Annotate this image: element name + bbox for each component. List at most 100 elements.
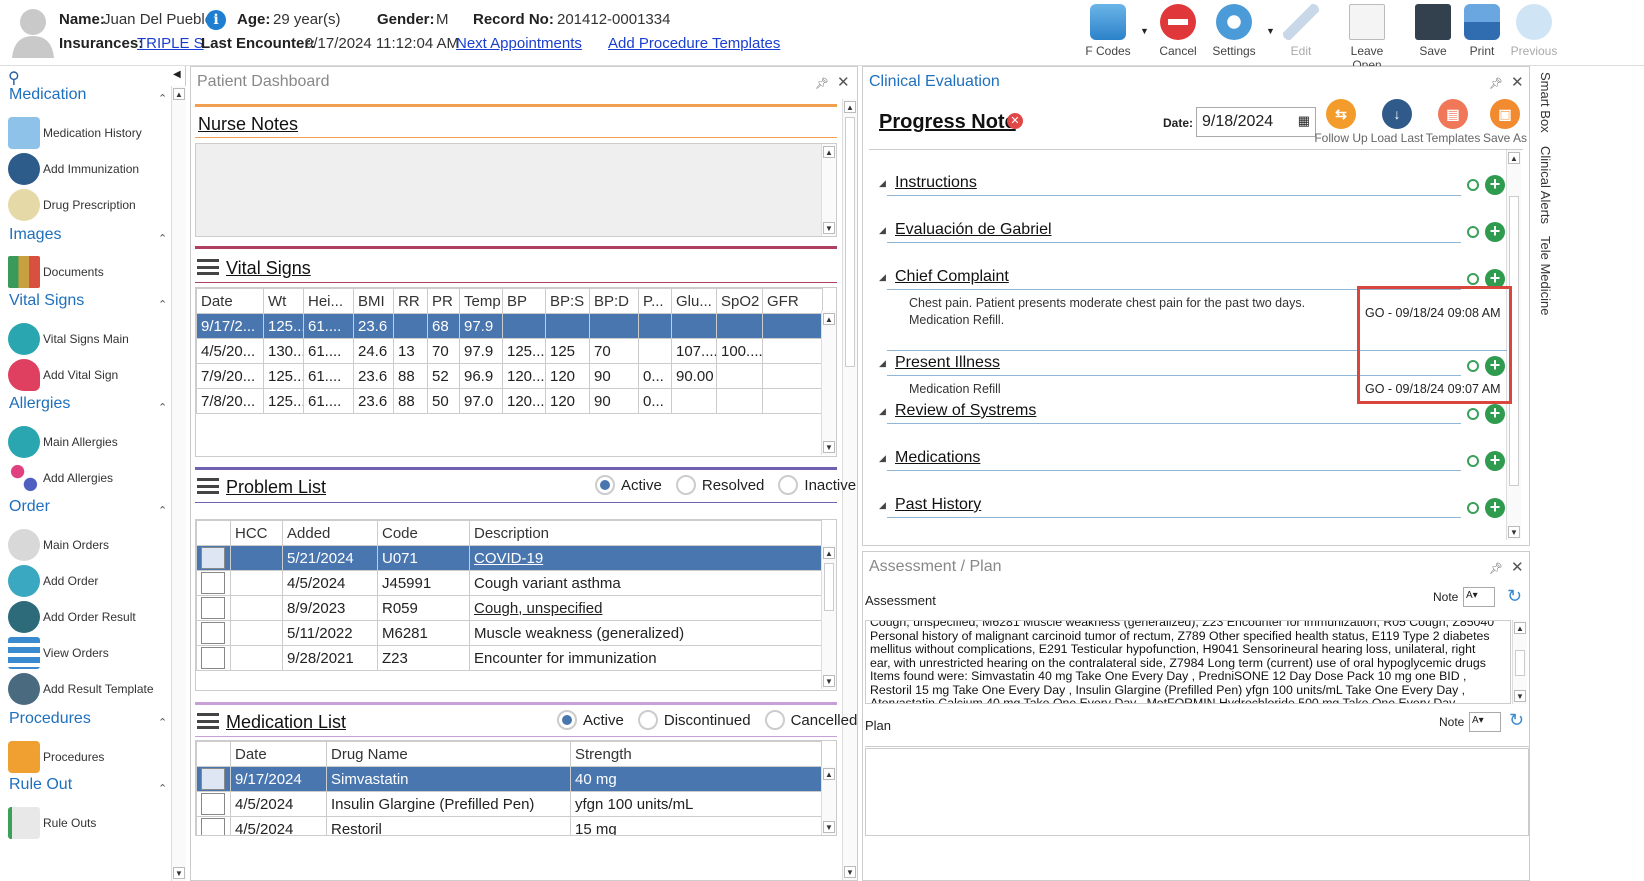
clock-icon[interactable]: [1467, 226, 1479, 238]
insurance-link[interactable]: TRIPLE S: [137, 35, 204, 52]
add-icon[interactable]: +: [1485, 451, 1505, 471]
edit-button[interactable]: Edit: [1271, 4, 1331, 62]
follow-up-button[interactable]: ⇆ Follow Up: [1313, 99, 1369, 145]
nav-add-vital-sign[interactable]: Add Vital Sign: [8, 358, 118, 392]
column-header[interactable]: [196, 520, 231, 546]
table-row[interactable]: 7/8/20...125....61....23.6885097.0120...…: [196, 388, 823, 414]
section-medications[interactable]: ◢ Medications: [879, 447, 1461, 471]
cancel-button[interactable]: Cancel: [1148, 4, 1208, 62]
clock-icon[interactable]: [1467, 455, 1479, 467]
nurse-notes-scrollbar[interactable]: ▲ ▼: [821, 144, 836, 236]
close-icon[interactable]: ✕: [837, 73, 850, 91]
clock-icon[interactable]: [1467, 179, 1479, 191]
column-header[interactable]: GFR: [762, 288, 823, 314]
assessment-textarea[interactable]: Cough, unspecified, M6281 Muscle weaknes…: [865, 620, 1511, 704]
chief-complaint-text-2[interactable]: Medication Refill.: [909, 313, 1004, 327]
tab-clinical-alerts[interactable]: Clinical Alerts: [1538, 146, 1553, 224]
refresh-icon[interactable]: ↻: [1509, 710, 1524, 731]
templates-button[interactable]: ▤ Templates: [1425, 99, 1481, 145]
row-checkbox[interactable]: [196, 620, 231, 646]
clock-icon[interactable]: [1467, 273, 1479, 285]
chevron-up-icon[interactable]: ⌃: [158, 504, 167, 517]
add-icon[interactable]: +: [1485, 498, 1505, 518]
section-images[interactable]: Images: [9, 226, 61, 244]
section-order[interactable]: Order: [9, 498, 50, 516]
vital-signs-scrollbar[interactable]: ▲ ▼: [821, 311, 836, 455]
nav-add-order-result[interactable]: Add Order Result: [8, 600, 136, 634]
column-header[interactable]: Date: [196, 288, 264, 314]
pin-icon[interactable]: 📌︎: [815, 77, 829, 90]
menu-icon[interactable]: [197, 713, 219, 729]
radio-active[interactable]: Active: [595, 475, 662, 495]
nav-main-orders[interactable]: Main Orders: [8, 528, 109, 562]
section-vital-signs[interactable]: Vital Signs: [9, 292, 84, 310]
radio-inactive[interactable]: Inactive: [778, 475, 856, 495]
section-procedures[interactable]: Procedures: [9, 710, 91, 728]
pin-icon[interactable]: 📌︎: [1489, 562, 1503, 575]
row-checkbox[interactable]: [196, 791, 231, 817]
nav-scrollbar[interactable]: ▲ ▼: [171, 86, 186, 881]
column-header[interactable]: Date: [230, 741, 327, 767]
clock-icon[interactable]: [1467, 408, 1479, 420]
table-row[interactable]: 4/5/2024 Restoril 15 mg: [196, 816, 822, 835]
note-format-dropdown[interactable]: A▾: [1463, 587, 1495, 607]
column-header[interactable]: Code: [377, 520, 470, 546]
row-checkbox[interactable]: [196, 766, 231, 792]
column-header[interactable]: Hei...: [303, 288, 354, 314]
row-checkbox[interactable]: [196, 570, 231, 596]
close-icon[interactable]: ✕: [1511, 73, 1524, 91]
section-medication[interactable]: Medication: [9, 86, 86, 104]
column-header[interactable]: P...: [638, 288, 672, 314]
row-checkbox[interactable]: [196, 545, 231, 571]
nav-add-order[interactable]: Add Order: [8, 564, 98, 598]
refresh-icon[interactable]: ↻: [1507, 586, 1522, 607]
column-header[interactable]: Wt: [263, 288, 304, 314]
plan-textarea[interactable]: [865, 748, 1529, 836]
pin-icon[interactable]: 📌︎: [1489, 77, 1503, 90]
column-header[interactable]: BP:D: [589, 288, 639, 314]
column-header[interactable]: PR: [427, 288, 460, 314]
chief-complaint-text[interactable]: Chest pain. Patient presents moderate ch…: [909, 296, 1305, 310]
print-button[interactable]: Print: [1452, 4, 1512, 62]
nav-documents[interactable]: Documents: [8, 255, 104, 289]
nav-drug-prescription[interactable]: Drug Prescription: [8, 188, 136, 222]
row-checkbox[interactable]: [196, 816, 231, 835]
nav-vital-signs-main[interactable]: Vital Signs Main: [8, 322, 129, 356]
leave-open-button[interactable]: Leave Open: [1336, 4, 1398, 72]
column-header[interactable]: Temp: [459, 288, 503, 314]
nav-procedures[interactable]: Procedures: [8, 740, 104, 774]
search-icon[interactable]: ⚲: [8, 68, 20, 88]
table-row[interactable]: 5/11/2022 M6281 Muscle weakness (generaliz…: [196, 620, 822, 646]
column-header[interactable]: SpO2: [716, 288, 763, 314]
column-header[interactable]: BP: [502, 288, 546, 314]
column-header[interactable]: BP:S: [545, 288, 590, 314]
plan-format-dropdown[interactable]: A▾: [1469, 712, 1501, 732]
medication-list-scrollbar[interactable]: ▲ ▼: [821, 766, 836, 835]
assessment-scrollbar[interactable]: ▲ ▼: [1512, 620, 1527, 704]
section-instructions[interactable]: ◢ Instructions: [879, 172, 1461, 196]
close-icon[interactable]: ✕: [1511, 558, 1524, 576]
chevron-up-icon[interactable]: ⌃: [158, 782, 167, 795]
collapse-nav-icon[interactable]: ◀: [173, 69, 181, 80]
column-header[interactable]: Drug Name: [326, 741, 571, 767]
table-row[interactable]: 9/17/2...125....61....23.6 6897.9: [196, 313, 823, 339]
chevron-up-icon[interactable]: ⌃: [158, 232, 167, 245]
column-header[interactable]: HCC: [230, 520, 283, 546]
tab-smart-box[interactable]: Smart Box: [1538, 72, 1553, 133]
menu-icon[interactable]: [197, 259, 219, 275]
section-allergies[interactable]: Allergies: [9, 395, 70, 413]
add-icon[interactable]: +: [1485, 175, 1505, 195]
nurse-notes-textarea[interactable]: [195, 143, 837, 237]
remove-note-icon[interactable]: ✕: [1007, 113, 1023, 129]
radio-cancelled[interactable]: Cancelled: [764, 710, 857, 730]
column-header[interactable]: Added: [282, 520, 378, 546]
radio-resolved[interactable]: Resolved: [675, 475, 764, 495]
column-header[interactable]: Glu...: [671, 288, 717, 314]
tab-tele-medicine[interactable]: Tele Medicine: [1538, 236, 1553, 316]
date-field[interactable]: 9/18/2024 ▦: [1196, 107, 1316, 137]
nav-main-allergies[interactable]: Main Allergies: [8, 425, 118, 459]
chevron-up-icon[interactable]: ⌃: [158, 401, 167, 414]
table-row[interactable]: 9/17/2024 Simvastatin 40 mg: [196, 766, 822, 792]
problem-list-scrollbar[interactable]: ▲ ▼: [821, 545, 836, 689]
section-rule-out[interactable]: Rule Out: [9, 776, 72, 794]
